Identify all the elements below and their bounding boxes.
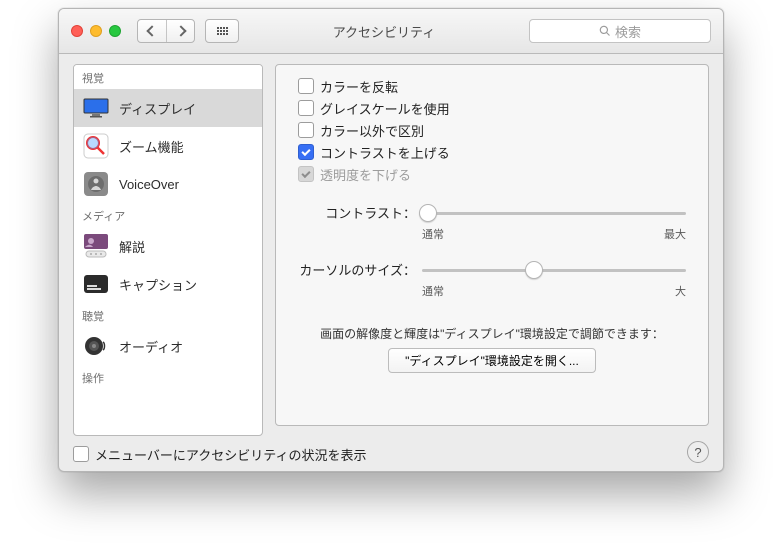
zoom-icon[interactable] [109,25,121,37]
contrast-label: コントラスト： [298,203,422,222]
checkbox-icon [298,166,314,182]
differentiate-row[interactable]: カラー以外で区別 [298,119,686,141]
checkbox-icon[interactable] [73,446,89,462]
window-title: アクセシビリティ [249,22,519,41]
zoom-feature-icon [82,132,110,160]
close-icon[interactable] [71,25,83,37]
display-icon [82,94,110,122]
use-grayscale-row[interactable]: グレイスケールを使用 [298,97,686,119]
slider-thumb[interactable] [525,261,543,279]
forward-button[interactable] [166,20,194,42]
sidebar-item-zoom[interactable]: ズーム機能 [74,127,262,165]
slider-min-label: 通常 [422,226,444,242]
footer: メニューバーにアクセシビリティの状況を表示 [59,436,723,472]
display-info-text: 画面の解像度と輝度は"ディスプレイ"環境設定で調節できます： [298,325,686,342]
reduce-transparency-row: 透明度を下げる [298,163,686,185]
search-field[interactable]: 検索 [529,19,711,43]
back-button[interactable] [138,20,166,42]
slider-thumb[interactable] [419,204,437,222]
sidebar-item-label: VoiceOver [119,177,179,192]
checkbox-label: カラー以外で区別 [320,121,424,140]
slider-min-label: 通常 [422,283,444,299]
checkbox-label: 透明度を下げる [320,165,411,184]
nav-back-forward [137,19,195,43]
help-button[interactable]: ? [687,441,709,463]
chevron-right-icon [175,25,186,36]
prefs-window: アクセシビリティ 検索 視覚 ディスプレイ ズーム機能 [58,8,724,472]
sidebar-section-media: メディア [74,203,262,227]
sidebar-item-label: キャプション [119,275,197,294]
open-displays-button[interactable]: "ディスプレイ"環境設定を開く... [388,348,596,373]
window-controls [71,25,121,37]
contrast-slider-block: コントラスト： 通常 最大 [298,203,686,242]
footer-checkbox-label: メニューバーにアクセシビリティの状況を表示 [95,445,366,464]
minimize-icon[interactable] [90,25,102,37]
slider-track [422,269,686,272]
sidebar-item-captions[interactable]: キャプション [74,265,262,303]
sidebar-item-descriptions[interactable]: 解説 [74,227,262,265]
sidebar-section-hearing: 聴覚 [74,303,262,327]
show-all-button[interactable] [205,19,239,43]
display-settings-panel: カラーを反転 グレイスケールを使用 カラー以外で区別 コントラストを上げる 透明… [275,64,709,426]
captions-icon [82,270,110,298]
invert-colors-row[interactable]: カラーを反転 [298,75,686,97]
sidebar-item-label: 解説 [119,237,145,256]
sidebar-item-display[interactable]: ディスプレイ [74,89,262,127]
cursor-slider-block: カーソルのサイズ： 通常 大 [298,260,686,299]
sidebar-item-voiceover[interactable]: VoiceOver [74,165,262,203]
slider-max-label: 最大 [664,226,686,242]
sidebar-section-vision: 視覚 [74,65,262,89]
checkbox-icon[interactable] [298,100,314,116]
titlebar: アクセシビリティ 検索 [59,9,723,54]
sidebar-item-label: オーディオ [119,337,183,356]
checkbox-label: コントラストを上げる [320,143,450,162]
descriptions-icon [82,232,110,260]
sidebar-section-interaction: 操作 [74,365,262,389]
sidebar-item-label: ズーム機能 [119,137,184,156]
checkbox-label: グレイスケールを使用 [320,99,450,118]
slider-track [422,212,686,215]
cursor-slider[interactable] [422,261,686,279]
grid-icon [217,27,228,35]
sidebar-item-audio[interactable]: オーディオ [74,327,262,365]
checkbox-icon[interactable] [298,144,314,160]
content-area: カラーを反転 グレイスケールを使用 カラー以外で区別 コントラストを上げる 透明… [263,54,723,436]
voiceover-icon [82,170,110,198]
increase-contrast-row[interactable]: コントラストを上げる [298,141,686,163]
sidebar: 視覚 ディスプレイ ズーム機能 VoiceOver メディア [73,64,263,436]
sidebar-item-label: ディスプレイ [119,99,196,118]
search-icon [599,25,611,37]
checkbox-icon[interactable] [298,122,314,138]
audio-icon [82,332,110,360]
chevron-left-icon [146,25,157,36]
window-body: 視覚 ディスプレイ ズーム機能 VoiceOver メディア [59,54,723,436]
checkbox-icon[interactable] [298,78,314,94]
contrast-slider[interactable] [422,204,686,222]
search-placeholder: 検索 [615,22,641,41]
slider-max-label: 大 [675,283,686,299]
checkbox-label: カラーを反転 [320,77,398,96]
cursor-label: カーソルのサイズ： [298,260,422,279]
